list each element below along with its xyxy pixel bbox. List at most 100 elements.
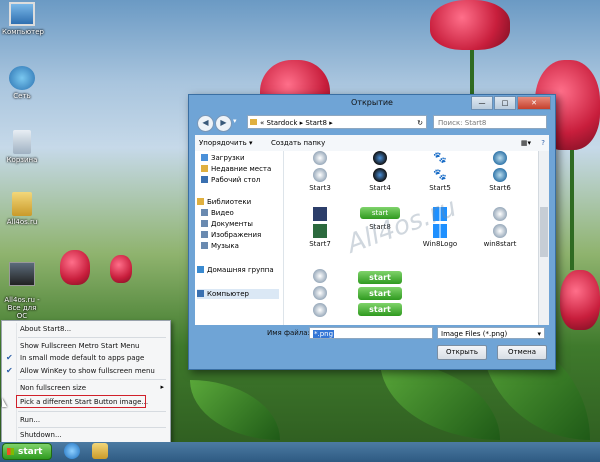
file-item[interactable]: Start3 bbox=[295, 151, 345, 192]
file-item[interactable]: win8start bbox=[475, 207, 525, 248]
search-input[interactable]: Поиск: Start8 bbox=[433, 115, 547, 129]
computer-icon bbox=[197, 290, 204, 297]
orb-icon bbox=[313, 303, 327, 317]
network-icon bbox=[9, 66, 35, 90]
tree-item-documents[interactable]: Документы bbox=[201, 219, 253, 229]
file-item[interactable]: Start4 bbox=[355, 151, 405, 192]
start-button-icon: start bbox=[358, 303, 402, 316]
desktop-icon-computer[interactable]: Компьютер bbox=[2, 2, 44, 36]
menu-gutter bbox=[16, 323, 17, 441]
menu-item-shutdown[interactable]: Shutdown... bbox=[20, 431, 62, 439]
recycle-bin-icon bbox=[13, 130, 31, 154]
desktop-icon-network[interactable]: Сеть bbox=[2, 66, 42, 100]
file-browser-pane: Загрузки Недавние места Рабочий стол Биб… bbox=[195, 151, 549, 325]
chevron-down-icon: ▾ bbox=[537, 330, 541, 338]
tree-item-homegroup[interactable]: Домашняя группа bbox=[197, 265, 274, 275]
desktop-icon-recycle-bin[interactable]: Корзина bbox=[2, 130, 42, 164]
file-item[interactable]: Start7 bbox=[295, 207, 345, 248]
downloads-icon bbox=[201, 154, 208, 161]
folder-icon bbox=[12, 192, 32, 216]
address-bar[interactable]: « Stardock ▸ Start8 ▸ ↻ bbox=[247, 115, 427, 129]
view-options-icon[interactable]: ▦▾ bbox=[521, 135, 531, 151]
dialog-footer: Имя файла: *.png Image Files (*.png) ▾ От… bbox=[195, 325, 549, 365]
desktop-icon-label: Корзина bbox=[6, 156, 38, 164]
tile-icon bbox=[313, 224, 327, 238]
menu-separator bbox=[18, 337, 166, 338]
scrollbar-thumb[interactable] bbox=[540, 207, 548, 257]
menu-separator bbox=[18, 379, 166, 380]
desktop-icon-all4os-site[interactable]: All4os.ru - Все для ОС bbox=[2, 254, 42, 320]
cancel-button[interactable]: Отмена bbox=[497, 345, 547, 360]
filename-input[interactable]: *.png bbox=[309, 327, 433, 339]
vertical-scrollbar[interactable] bbox=[538, 151, 549, 325]
orb-icon bbox=[493, 168, 507, 182]
file-item[interactable] bbox=[295, 269, 345, 317]
paw-icon: 🐾 bbox=[433, 151, 447, 164]
tree-item-pictures[interactable]: Изображения bbox=[201, 230, 261, 240]
filename-label: Имя файла: bbox=[267, 329, 310, 337]
start-button-icon: start bbox=[358, 271, 402, 284]
minimize-button[interactable]: — bbox=[471, 96, 493, 110]
file-explorer-icon[interactable] bbox=[92, 443, 108, 459]
filetype-select[interactable]: Image Files (*.png) ▾ bbox=[437, 327, 545, 339]
path-segment[interactable]: ▸ bbox=[329, 119, 333, 127]
new-folder-button[interactable]: Создать папку bbox=[271, 135, 325, 151]
menu-item-about[interactable]: About Start8... bbox=[20, 325, 71, 333]
open-button[interactable]: Открыть bbox=[437, 345, 487, 360]
check-icon: ✔ bbox=[6, 366, 13, 375]
windows-logo-icon bbox=[7, 448, 14, 455]
tree-item-downloads[interactable]: Загрузки bbox=[201, 153, 245, 163]
selection-highlight bbox=[16, 395, 146, 408]
orb-icon bbox=[493, 207, 507, 221]
tree-item-desktop[interactable]: Рабочий стол bbox=[201, 175, 260, 185]
maximize-button[interactable]: □ bbox=[494, 96, 516, 110]
computer-icon bbox=[9, 2, 35, 26]
orb-icon bbox=[313, 269, 327, 283]
file-grid: Start3 Start4 🐾 🐾 Start5 Start6 Start7 s… bbox=[291, 151, 535, 325]
documents-icon bbox=[201, 220, 208, 227]
refresh-icon[interactable]: ↻ bbox=[417, 116, 423, 130]
tree-item-music[interactable]: Музыка bbox=[201, 241, 239, 251]
recent-dropdown-icon[interactable]: ▾ bbox=[233, 117, 237, 125]
menu-item-run[interactable]: Run... bbox=[20, 416, 40, 424]
command-bar: Упорядочить ▾ Создать папку ▦▾ ? bbox=[195, 135, 549, 151]
internet-explorer-icon[interactable] bbox=[64, 443, 80, 459]
orb-icon bbox=[373, 151, 387, 165]
file-item[interactable]: 🐾 🐾 Start5 bbox=[415, 151, 465, 192]
help-icon[interactable]: ? bbox=[541, 135, 545, 151]
orb-icon bbox=[313, 286, 327, 300]
menu-item-nonfullscreen-size[interactable]: Non fullscreen size bbox=[20, 384, 86, 392]
tree-item-libraries[interactable]: Библиотеки bbox=[197, 197, 251, 207]
close-button[interactable]: ✕ bbox=[517, 96, 551, 110]
forward-button[interactable]: ▶ bbox=[215, 115, 232, 132]
file-item[interactable]: Start6 bbox=[475, 151, 525, 192]
path-segment[interactable]: ▸ bbox=[300, 119, 304, 127]
pictures-icon bbox=[201, 231, 208, 238]
path-segment[interactable]: Stardock bbox=[267, 119, 298, 127]
music-icon bbox=[201, 242, 208, 249]
desktop-icon-label: All4os.ru - Все для ОС bbox=[4, 296, 40, 320]
tree-item-computer[interactable]: Компьютер bbox=[197, 289, 279, 299]
start-button[interactable]: start bbox=[2, 443, 52, 460]
menu-item-winkey[interactable]: Allow WinKey to show fullscreen menu bbox=[20, 367, 155, 375]
menu-item-show-fullscreen[interactable]: Show Fullscreen Metro Start Menu bbox=[20, 342, 139, 350]
recent-places-icon bbox=[201, 165, 208, 172]
homegroup-icon bbox=[197, 266, 204, 273]
tree-item-video[interactable]: Видео bbox=[201, 208, 234, 218]
path-segment[interactable]: Start8 bbox=[305, 119, 327, 127]
window-controls: — □ ✕ bbox=[471, 96, 551, 110]
organize-button[interactable]: Упорядочить ▾ bbox=[199, 135, 253, 151]
open-file-dialog: Открытие — □ ✕ ◀ ▶ ▾ « Stardock ▸ Start8… bbox=[188, 94, 556, 370]
path-segment[interactable]: « bbox=[260, 119, 264, 127]
tree-item-recent[interactable]: Недавние места bbox=[201, 164, 271, 174]
back-button[interactable]: ◀ bbox=[197, 115, 214, 132]
orb-icon bbox=[493, 151, 507, 165]
start-button-icon: start bbox=[358, 287, 402, 300]
file-item[interactable]: start start start bbox=[355, 271, 405, 316]
desktop-icon-label: All4os.ru bbox=[6, 218, 38, 226]
desktop-icon-label: Сеть bbox=[13, 92, 31, 100]
menu-separator bbox=[18, 411, 166, 412]
desktop-icon-all4os[interactable]: All4os.ru bbox=[2, 192, 42, 226]
navigation-bar: ◀ ▶ ▾ « Stardock ▸ Start8 ▸ ↻ Поиск: Sta… bbox=[195, 113, 549, 133]
menu-item-small-mode[interactable]: In small mode default to apps page bbox=[20, 354, 144, 362]
